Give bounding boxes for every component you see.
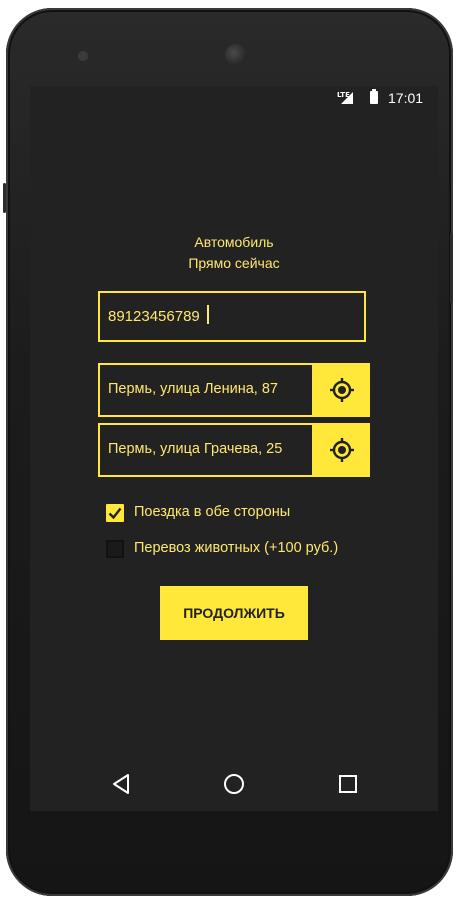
continue-button[interactable]: ПРОДОЛЖИТЬ	[160, 586, 308, 640]
phone-field[interactable]	[98, 291, 366, 342]
time-subtitle: Прямо сейчас	[188, 255, 280, 271]
address-row-from: Пермь, улица Ленина, 87	[98, 363, 370, 417]
address-row-to: Пермь, улица Грачева, 25	[98, 423, 370, 477]
round-trip-label: Поездка в обе стороны	[134, 504, 291, 520]
phone-input[interactable]	[106, 307, 360, 326]
gps-locate-icon	[330, 438, 354, 462]
sensor-dot	[78, 51, 88, 61]
signal-icon	[341, 92, 353, 104]
pet-transport-label: Перевоз животных (+100 руб.)	[134, 540, 339, 556]
battery-icon	[370, 89, 378, 104]
checkmark-icon	[108, 507, 122, 520]
vehicle-type-title: Автомобиль	[194, 234, 274, 250]
app-screen: LTE 17:01 Автомобиль Прямо сейчас Пермь,…	[30, 86, 438, 811]
locate-to-button[interactable]	[314, 423, 370, 477]
side-button	[3, 183, 6, 213]
address-text: Пермь, улица Ленина, 87	[108, 381, 278, 397]
back-icon[interactable]	[110, 772, 132, 796]
text-cursor	[207, 305, 209, 324]
volume-button	[450, 233, 453, 303]
recents-icon[interactable]	[337, 772, 359, 796]
address-text: Пермь, улица Грачева, 25	[108, 441, 283, 457]
address-field-to[interactable]: Пермь, улица Грачева, 25	[98, 423, 314, 477]
round-trip-checkbox[interactable]	[106, 504, 124, 522]
status-bar: LTE 17:01	[30, 86, 438, 112]
address-field-from[interactable]: Пермь, улица Ленина, 87	[98, 363, 314, 417]
front-camera	[225, 44, 247, 66]
gps-locate-icon	[330, 378, 354, 402]
status-time: 17:01	[388, 90, 424, 106]
pet-transport-checkbox[interactable]	[106, 540, 124, 558]
home-icon[interactable]	[222, 772, 246, 796]
phone-frame: LTE 17:01 Автомобиль Прямо сейчас Пермь,…	[3, 8, 453, 896]
navigation-bar	[30, 758, 438, 811]
locate-from-button[interactable]	[314, 363, 370, 417]
